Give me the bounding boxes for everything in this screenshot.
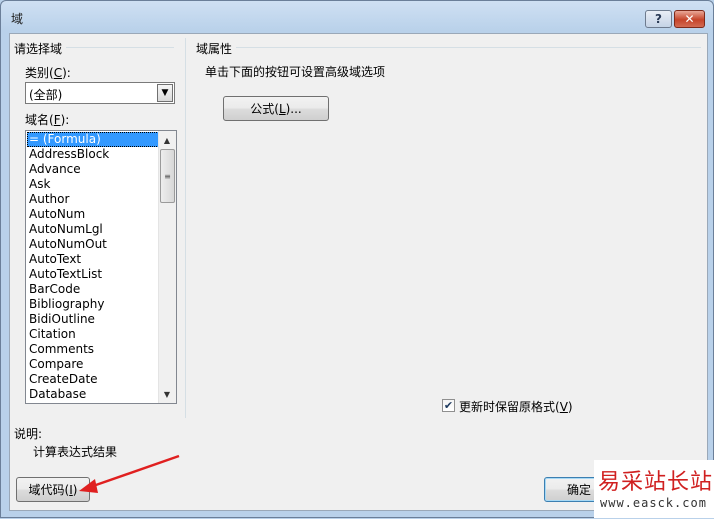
watermark-url: www.easck.com — [600, 496, 707, 510]
field-dialog: 域 ? ✕ 请选择域 类别(C): (全部) ▼ 域名(F): = (Formu… — [0, 0, 714, 518]
watermark-text: 易采站长站 — [598, 470, 714, 495]
site-watermark: 易采站长站 www.easck.com — [594, 460, 714, 518]
annotation-arrow — [79, 454, 180, 493]
